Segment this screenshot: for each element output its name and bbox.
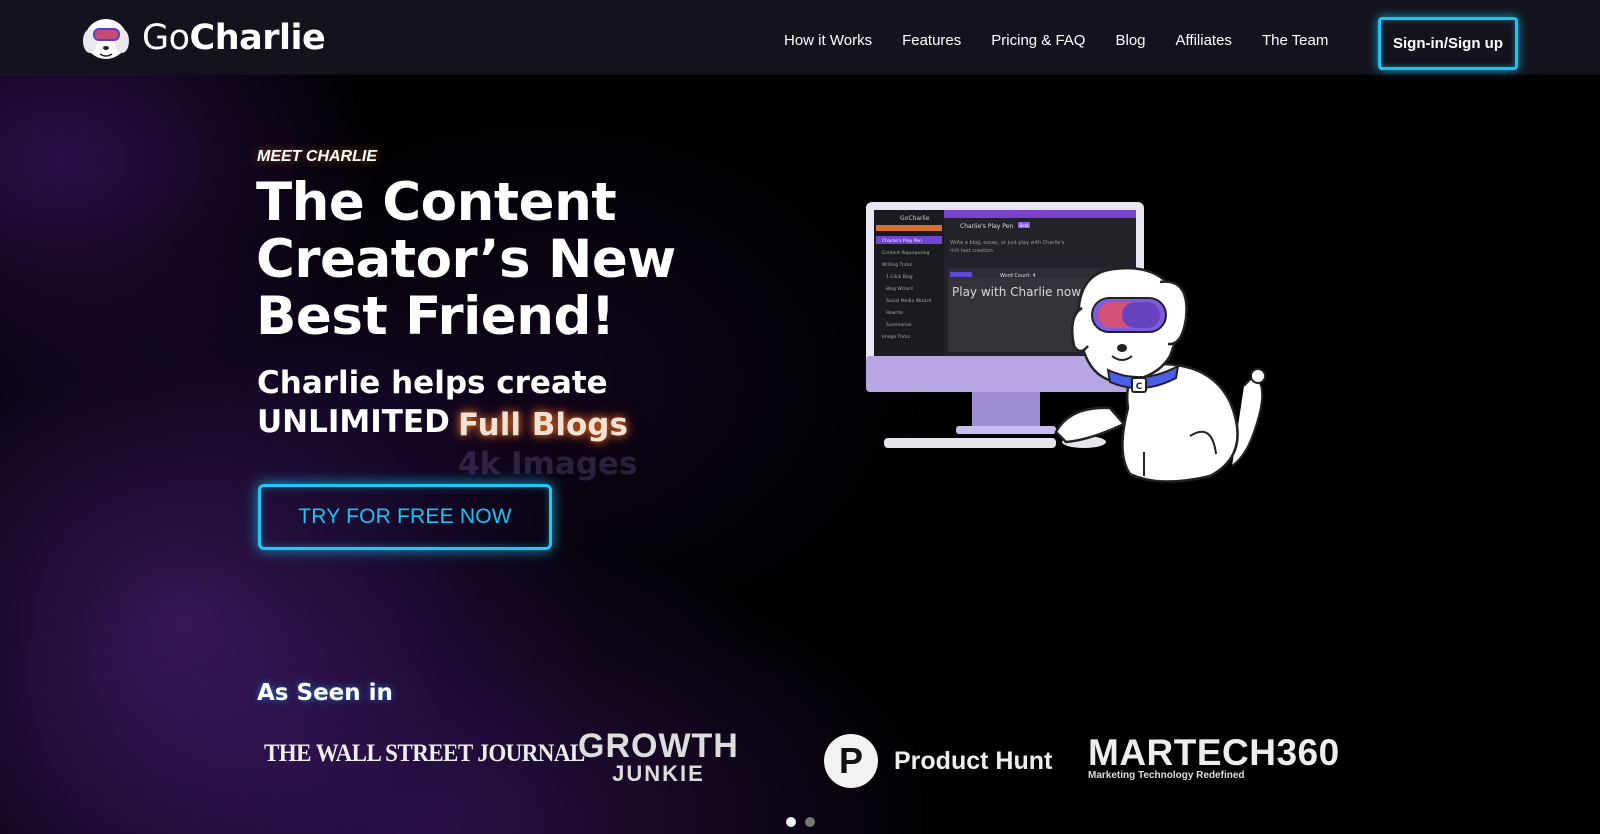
keyboard: [884, 438, 1056, 448]
nav-pricing-faq[interactable]: Pricing & FAQ: [991, 32, 1085, 49]
editor-text: Play with Charlie now!: [952, 285, 1086, 299]
rotating-words: Full Blogs 4k Images: [458, 406, 688, 496]
product-hunt-name: Product Hunt: [894, 746, 1053, 775]
growth-junkie-logo: GROWTH JUNKIE: [578, 727, 739, 786]
panel-desc: rich text creation.: [950, 248, 995, 254]
app-sidebar-item: Rewrite: [886, 310, 903, 316]
app-upgrade-strip: [876, 225, 942, 231]
nav-how-it-works[interactable]: How it Works: [784, 32, 872, 49]
site-header: GoCharlie How it Works Features Pricing …: [0, 0, 1600, 74]
hero-illustration: GoCharlie Charlie's Play Pen Content Rep…: [866, 202, 1266, 483]
wsj-logo: THE WALL STREET JOURNAL: [264, 740, 585, 767]
nav-the-team[interactable]: The Team: [1262, 32, 1328, 49]
headline-line: Best Friend!: [256, 286, 615, 347]
app-sidebar-item: 1-Click Blog: [886, 274, 913, 280]
app-sidebar-item: Blog Wizard: [886, 286, 913, 292]
growth-junkie-logo-line1: GROWTH: [578, 727, 739, 765]
app-sidebar-item: Charlie's Play Pen: [882, 238, 922, 244]
logo-text-charlie: Charlie: [189, 17, 326, 58]
martech360-wordmark: MARTECH360: [1088, 732, 1340, 773]
brand-logo[interactable]: GoCharlie: [80, 14, 326, 62]
carousel-dot-2[interactable]: [805, 817, 815, 827]
app-sidebar-item: Summarize: [886, 322, 912, 328]
app-sidebar-item: Writing Tricks: [882, 262, 913, 268]
background-glow: [0, 0, 1600, 834]
app-sidebar-item: Image Tricks: [882, 334, 911, 340]
growth-junkie-logo-line2: JUNKIE: [612, 761, 705, 786]
product-hunt-icon: P: [824, 734, 878, 788]
panel-desc: Write a blog, essay, or just play with C…: [950, 240, 1065, 246]
dog-mascot-icon: [83, 19, 129, 59]
try-for-free-button[interactable]: TRY FOR FREE NOW: [258, 484, 552, 550]
panel-title: Charlie's Play Pen: [960, 223, 1013, 230]
monitor-stand: [972, 392, 1040, 428]
carousel-dot-1[interactable]: [786, 817, 796, 827]
monitor-base: [956, 426, 1056, 434]
app-sidebar-item: Social Media Wizard: [886, 298, 931, 304]
app-sidebar-item: Content Repurposing: [882, 250, 930, 256]
editor-toolbar-button: [950, 272, 972, 277]
signin-signup-button[interactable]: Sign-in/Sign up: [1378, 17, 1518, 70]
rotating-word-active: Full Blogs: [458, 407, 628, 443]
hero-headline: The Content Creator’s New Best Friend!: [256, 174, 716, 345]
martech360-logo: MARTECH360 Marketing Technology Redefine…: [1088, 732, 1340, 782]
as-seen-in-title: As Seen in: [257, 680, 393, 706]
app-title: GoCharlie: [900, 215, 930, 222]
main-nav: How it Works Features Pricing & FAQ Blog…: [784, 0, 1358, 82]
logo-text-go: Go: [142, 17, 190, 58]
carousel-dots: [786, 817, 824, 827]
subheadline-unlimited: UNLIMITED: [257, 404, 450, 440]
nav-affiliates[interactable]: Affiliates: [1176, 32, 1232, 49]
nav-blog[interactable]: Blog: [1115, 32, 1145, 49]
product-hunt-logo: P Product Hunt: [824, 734, 1052, 788]
app-topbar: [944, 210, 1136, 218]
rotating-word-next: 4k Images: [458, 446, 638, 482]
subheadline-line: Charlie helps create: [257, 365, 608, 401]
nav-features[interactable]: Features: [902, 32, 961, 49]
headline-line: Creator’s New: [256, 229, 676, 290]
headline-line: The Content: [256, 172, 617, 233]
hero-eyebrow: MEET CHARLIE: [257, 148, 377, 165]
collar-tag-letter: C: [1136, 382, 1143, 392]
panel-beta-badge-label: Beta: [1019, 223, 1029, 228]
